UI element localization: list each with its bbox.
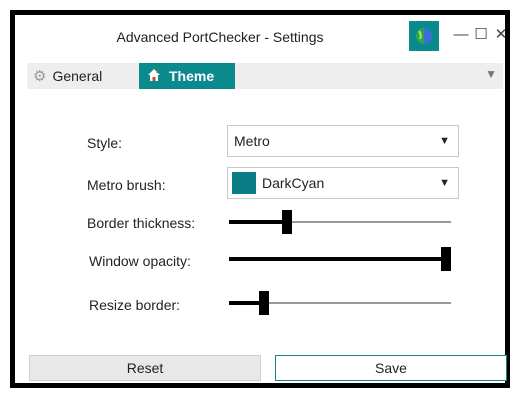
dropdown-arrow-icon: ▼ [439, 135, 450, 147]
dropdown-arrow-icon: ▼ [439, 177, 450, 189]
title-bar: Advanced PortChecker - Settings — ☐ ✕ [15, 15, 507, 59]
color-swatch [232, 172, 256, 194]
save-button[interactable]: Save [275, 355, 507, 381]
settings-window: Advanced PortChecker - Settings — ☐ ✕ ⚙ … [10, 10, 510, 388]
window-opacity-label: Window opacity: [89, 253, 191, 269]
tab-theme-label: Theme [169, 68, 215, 84]
slider-thumb[interactable] [259, 291, 269, 315]
tab-general[interactable]: ⚙ General [27, 63, 139, 89]
resize-border-slider[interactable] [229, 291, 451, 315]
tab-bar: ⚙ General Theme ▼ [27, 63, 503, 89]
slider-thumb[interactable] [282, 210, 292, 234]
border-thickness-label: Border thickness: [87, 215, 196, 231]
style-label: Style: [87, 135, 123, 151]
style-select[interactable]: Metro ▼ [227, 125, 459, 157]
tab-overflow-chevron-icon[interactable]: ▼ [485, 67, 497, 81]
metro-brush-label: Metro brush: [87, 177, 166, 193]
app-icon [409, 21, 439, 51]
globe-icon [416, 28, 432, 44]
minimize-button[interactable]: — [451, 23, 471, 47]
border-thickness-slider[interactable] [229, 210, 451, 234]
metro-brush-select[interactable]: DarkCyan ▼ [227, 167, 459, 199]
window-title: Advanced PortChecker - Settings [116, 29, 324, 45]
reset-button[interactable]: Reset [29, 355, 261, 381]
tab-theme[interactable]: Theme [139, 63, 235, 89]
slider-fill [229, 257, 446, 261]
close-button[interactable]: ✕ [491, 23, 511, 47]
maximize-button[interactable]: ☐ [471, 23, 491, 47]
style-value: Metro [234, 133, 270, 149]
metro-brush-value: DarkCyan [262, 175, 325, 191]
home-icon [147, 68, 161, 85]
slider-thumb[interactable] [441, 247, 451, 271]
slider-fill [229, 220, 287, 224]
window-opacity-slider[interactable] [229, 247, 451, 271]
gear-icon: ⚙ [33, 68, 47, 85]
resize-border-label: Resize border: [89, 297, 181, 313]
tab-general-label: General [52, 68, 103, 84]
